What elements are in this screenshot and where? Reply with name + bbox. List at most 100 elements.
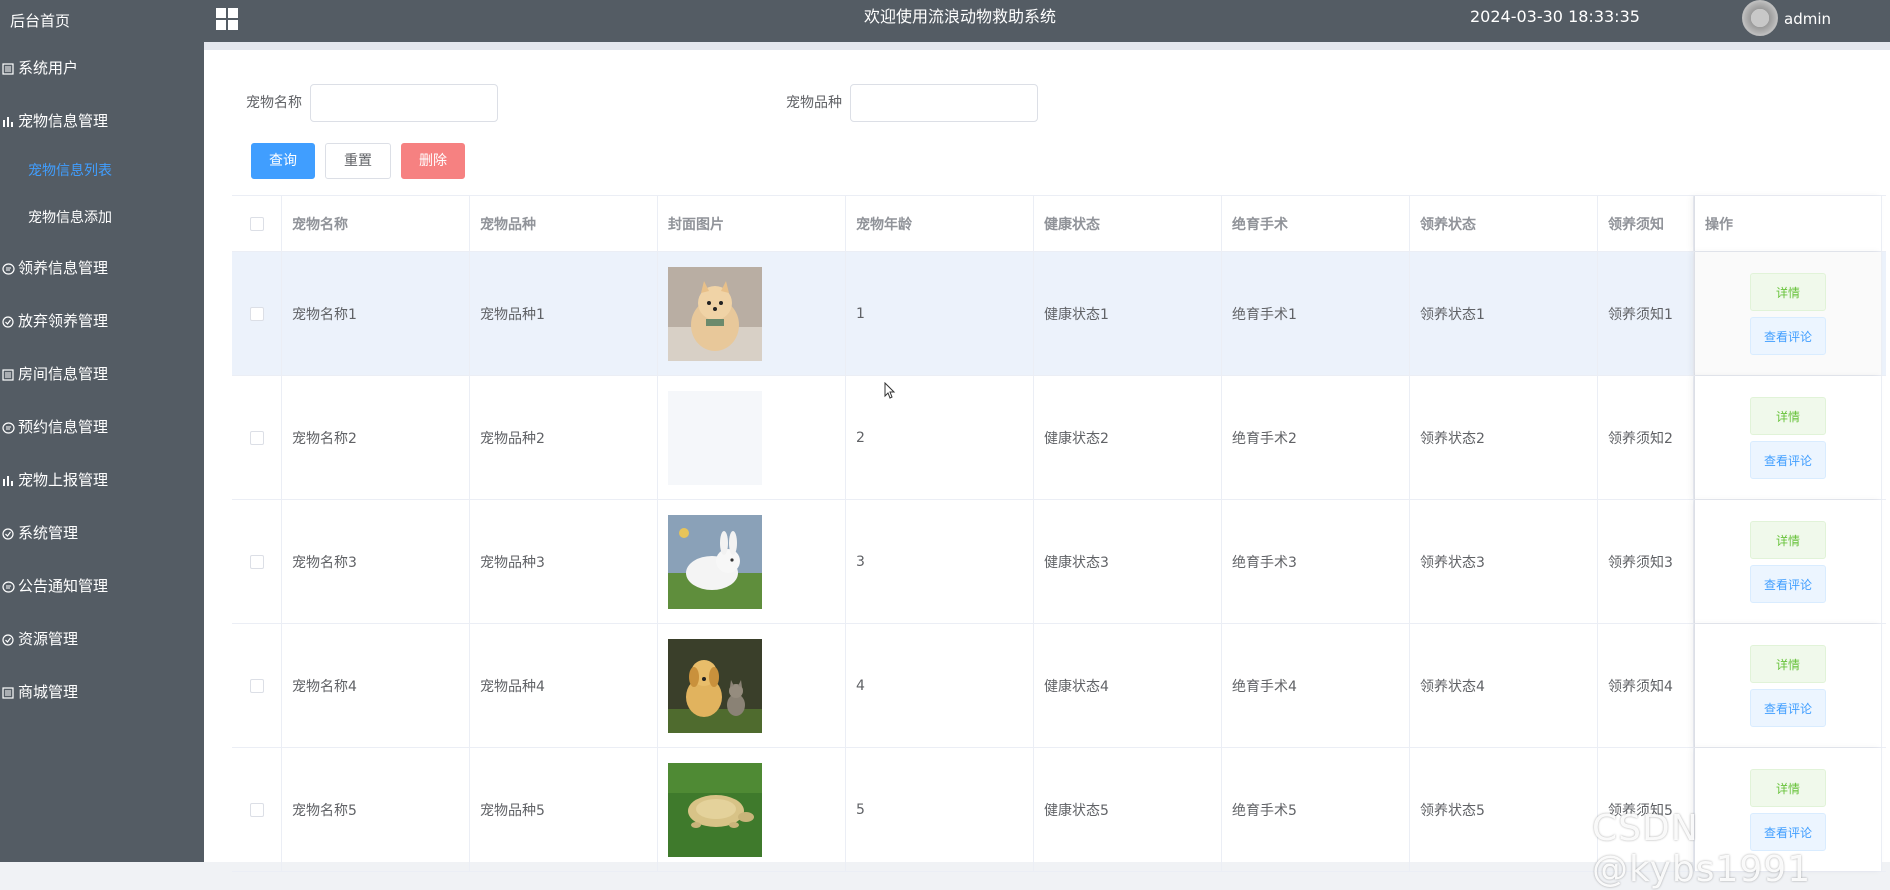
view-review-button[interactable]: 查看评论: [1750, 440, 1826, 479]
sidebar-item-label: 宠物上报管理: [18, 471, 109, 489]
reset-button[interactable]: 重置: [325, 143, 391, 179]
col-header: 操作: [1694, 196, 1882, 251]
view-review-button[interactable]: 查看评论: [1750, 316, 1826, 355]
cover-image-cell: [658, 376, 846, 499]
sidebar-item-system[interactable]: 系统管理: [0, 507, 204, 560]
sidebar-item-appointment[interactable]: 预约信息管理: [0, 401, 204, 454]
adopt-status-cell: 领养状态3: [1410, 500, 1598, 623]
operation-cell: 详情 查看评论: [1694, 624, 1882, 747]
sidebar-item-abandon[interactable]: 放弃领养管理: [0, 295, 204, 348]
sidebar-item-label: 放弃领养管理: [18, 312, 109, 330]
adopt-notice-cell: 领养须知3: [1598, 500, 1694, 623]
pet-name-input[interactable]: [310, 84, 498, 122]
cover-image-cell: [658, 252, 846, 375]
view-review-button[interactable]: 查看评论: [1750, 688, 1826, 727]
pet-table: 宠物名称 宠物品种 封面图片 宠物年龄 健康状态 绝育手术 领养状态 领养须知 …: [232, 195, 1886, 872]
row-select-cell: [232, 624, 282, 747]
sidebar-item-label: 商城管理: [18, 683, 79, 701]
table-row[interactable]: 宠物名称4 宠物品种4 4 健康状态4 绝育手术4 领养状态4 领养须知4 详情…: [232, 624, 1886, 748]
rabbit-image[interactable]: [668, 514, 762, 609]
empty-image-placeholder[interactable]: [668, 390, 762, 485]
detail-button[interactable]: 详情: [1750, 272, 1826, 311]
row-checkbox[interactable]: [249, 802, 264, 817]
col-header: 封面图片: [658, 196, 846, 251]
sidebar-item-pet-report[interactable]: 宠物上报管理: [0, 454, 204, 507]
sidebar-item-label: 宠物信息管理: [18, 112, 109, 130]
sidebar-item-label: 系统用户: [18, 59, 79, 77]
datetime: 2024-03-30 18:33:35: [1470, 7, 1640, 26]
pet-age-cell: 4: [846, 624, 1034, 747]
sidebar-item-label: 资源管理: [18, 630, 79, 648]
watermark: CSDN @kybs1991: [1592, 808, 1812, 890]
sidebar-home[interactable]: 后台首页: [0, 0, 204, 42]
table-row[interactable]: 宠物名称1 宠物品种1 1 健康状态1 绝育手术1 领养状态1 领养须知1 详情…: [232, 252, 1886, 376]
pet-name-cell: 宠物名称3: [282, 500, 470, 623]
pomeranian-image[interactable]: [668, 266, 762, 361]
sidebar-item-label: 房间信息管理: [18, 365, 109, 383]
view-review-button[interactable]: 查看评论: [1750, 564, 1826, 603]
avatar[interactable]: [1742, 0, 1778, 36]
sidebar-item-notice[interactable]: 公告通知管理: [0, 560, 204, 613]
table-row[interactable]: 宠物名称2 宠物品种2 2 健康状态2 绝育手术2 领养状态2 领养须知2 详情…: [232, 376, 1886, 500]
pet-age-cell: 2: [846, 376, 1034, 499]
adopt-status-cell: 领养状态1: [1410, 252, 1598, 375]
row-checkbox[interactable]: [249, 430, 264, 445]
pet-breed-cell: 宠物品种1: [470, 252, 658, 375]
adopt-notice-cell: 领养须知2: [1598, 376, 1694, 499]
pet-breed-cell: 宠物品种4: [470, 624, 658, 747]
health-cell: 健康状态5: [1034, 748, 1222, 871]
pet-age-cell: 5: [846, 748, 1034, 871]
chat-icon: [0, 242, 16, 295]
col-header: 宠物品种: [470, 196, 658, 251]
pet-name-cell: 宠物名称2: [282, 376, 470, 499]
list-icon: [0, 348, 16, 401]
detail-button[interactable]: 详情: [1750, 396, 1826, 435]
pet-breed-cell: 宠物品种2: [470, 376, 658, 499]
pet-breed-cell: 宠物品种3: [470, 500, 658, 623]
row-checkbox[interactable]: [249, 678, 264, 693]
puppy-kitten-image[interactable]: [668, 638, 762, 733]
col-header: 宠物年龄: [846, 196, 1034, 251]
detail-button[interactable]: 详情: [1750, 768, 1826, 807]
row-checkbox[interactable]: [249, 554, 264, 569]
pet-breed-cell: 宠物品种5: [470, 748, 658, 871]
detail-button[interactable]: 详情: [1750, 644, 1826, 683]
query-button[interactable]: 查询: [251, 143, 315, 179]
health-cell: 健康状态3: [1034, 500, 1222, 623]
detail-button[interactable]: 详情: [1750, 520, 1826, 559]
sidebar-item-label: 预约信息管理: [18, 418, 109, 436]
select-all-checkbox[interactable]: [249, 216, 264, 231]
chart-icon: [0, 454, 16, 507]
neuter-cell: 绝育手术2: [1222, 376, 1410, 499]
sidebar-item-label: 系统管理: [18, 524, 79, 542]
operation-cell: 详情 查看评论: [1694, 500, 1882, 623]
delete-button[interactable]: 删除: [401, 143, 465, 179]
sidebar-item-adoption[interactable]: 领养信息管理: [0, 242, 204, 295]
sidebar-item-pet-info[interactable]: 宠物信息管理: [0, 95, 204, 148]
col-header: 绝育手术: [1222, 196, 1410, 251]
table-row[interactable]: 宠物名称3 宠物品种3 3 健康状态3 绝育手术3 领养状态3 领养须知3 详情…: [232, 500, 1886, 624]
pet-name-cell: 宠物名称4: [282, 624, 470, 747]
neuter-cell: 绝育手术5: [1222, 748, 1410, 871]
check-circle-icon: [0, 613, 16, 666]
row-select-cell: [232, 376, 282, 499]
sidebar-item-system-users[interactable]: 系统用户: [0, 42, 204, 95]
row-select-cell: [232, 252, 282, 375]
health-cell: 健康状态2: [1034, 376, 1222, 499]
sidebar-item-mall[interactable]: 商城管理: [0, 666, 204, 719]
sidebar-subitem-pet-list[interactable]: 宠物信息列表: [0, 148, 204, 195]
sidebar-item-resource[interactable]: 资源管理: [0, 613, 204, 666]
pet-breed-input[interactable]: [850, 84, 1038, 122]
pet-age-cell: 3: [846, 500, 1034, 623]
sidebar-subitem-pet-add[interactable]: 宠物信息添加: [0, 195, 204, 242]
username[interactable]: admin: [1784, 0, 1831, 38]
row-checkbox[interactable]: [249, 306, 264, 321]
tortoise-image[interactable]: [668, 762, 762, 857]
row-select-cell: [232, 500, 282, 623]
operation-cell: 详情 查看评论: [1694, 252, 1882, 375]
row-select-cell: [232, 748, 282, 871]
sidebar-item-room[interactable]: 房间信息管理: [0, 348, 204, 401]
list-icon: [0, 42, 16, 95]
operation-cell: 详情 查看评论: [1694, 376, 1882, 499]
chat-icon: [0, 401, 16, 454]
